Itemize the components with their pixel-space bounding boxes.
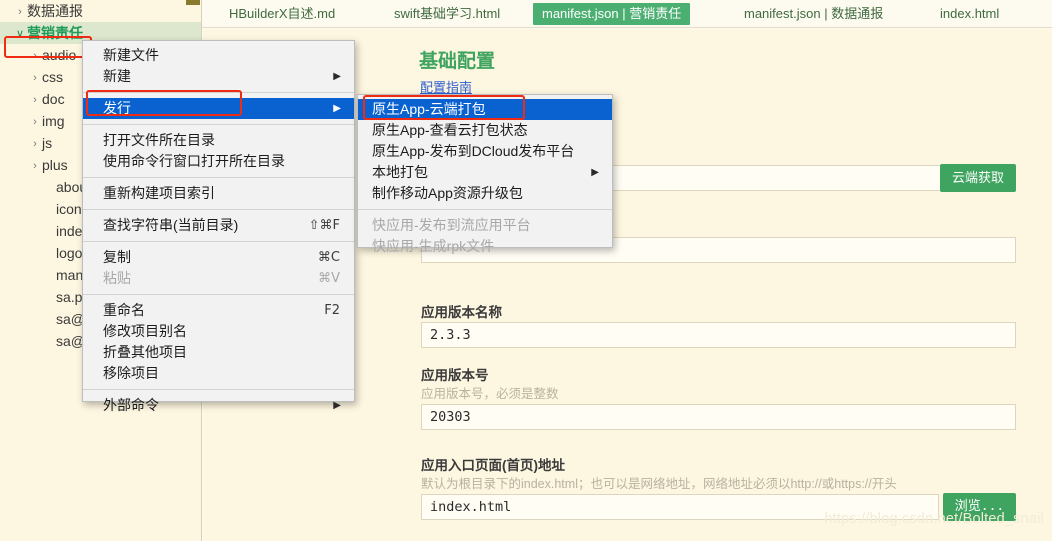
watermark-text: https://blog.csdn.net/Bolted_snail: [824, 511, 1044, 527]
app-window: ›数据通报∨营销责任›audio›css›doc›img›js›plusabou…: [0, 0, 1052, 541]
menu-item-label: 发行: [103, 100, 131, 116]
menu-item[interactable]: 修改项目别名: [83, 321, 354, 342]
menu-item-label: 查找字符串(当前目录): [103, 217, 239, 233]
editor-tab[interactable]: swift基础学习.html: [385, 3, 509, 25]
submenu-separator: [358, 209, 612, 210]
tree-item-label: doc: [42, 91, 65, 107]
menu-separator: [83, 294, 354, 295]
menu-item-label: 重命名: [103, 302, 145, 318]
menu-item-label: 外部命令: [103, 397, 159, 413]
field-label: 应用版本号: [421, 368, 489, 383]
chevron-right-icon[interactable]: ›: [28, 67, 42, 89]
menu-item: 粘贴 ⌘V: [83, 268, 354, 289]
field-label: 应用入口页面(首页)地址: [421, 458, 565, 473]
menu-item-label: 移除项目: [103, 365, 159, 381]
menu-item-label: 复制: [103, 249, 131, 265]
tree-item-label: audio: [42, 47, 77, 63]
menu-item-shortcut: F2: [324, 303, 340, 318]
menu-item-label: 使用命令行窗口打开所在目录: [103, 153, 285, 169]
submenu-item-label: 原生App-云端打包: [372, 101, 486, 117]
submenu-item-label: 快应用-发布到流应用平台: [372, 217, 531, 233]
chevron-right-icon: ▶: [333, 103, 341, 114]
tree-item-label: 数据通报: [27, 3, 83, 19]
submenu-item[interactable]: 制作移动App资源升级包: [358, 183, 612, 204]
submenu-item-label: 原生App-发布到DCloud发布平台: [372, 143, 575, 159]
field-hint: 默认为根目录下的index.html；也可以是网络地址，网络地址必须以http:…: [421, 477, 897, 491]
chevron-right-icon: ▶: [591, 167, 599, 178]
menu-item[interactable]: 外部命令 ▶: [83, 395, 354, 416]
submenu-item-label: 制作移动App资源升级包: [372, 185, 523, 201]
menu-separator: [83, 177, 354, 178]
menu-item-shortcut: ⌘C: [317, 250, 340, 265]
chevron-right-icon[interactable]: ›: [28, 45, 42, 67]
field-hint: 应用版本号，必须是整数: [421, 387, 559, 401]
menu-item[interactable]: 折叠其他项目: [83, 342, 354, 363]
editor-tab[interactable]: index.html: [931, 3, 1008, 25]
menu-item-label: 打开文件所在目录: [103, 132, 215, 148]
menu-item[interactable]: 新建 ▶: [83, 66, 354, 87]
menu-item[interactable]: 移除项目: [83, 363, 354, 384]
submenu-item-label: 快应用-生成rpk文件: [372, 238, 495, 254]
editor-tab[interactable]: HBuilderX自述.md: [220, 3, 344, 25]
cloud-fetch-button[interactable]: 云端获取: [940, 164, 1016, 192]
submenu-item-label: 本地打包: [372, 164, 428, 180]
field-input[interactable]: 20303: [421, 404, 1016, 430]
menu-item[interactable]: 复制 ⌘C: [83, 247, 354, 268]
menu-separator: [83, 92, 354, 93]
menu-separator: [83, 389, 354, 390]
tree-item-label: img: [42, 113, 65, 129]
menu-item-shortcut: ⌘V: [318, 271, 340, 286]
submenu-item[interactable]: 原生App-发布到DCloud发布平台: [358, 141, 612, 162]
editor-tab-active[interactable]: manifest.json | 营销责任: [533, 3, 691, 25]
menu-item[interactable]: 重新构建项目索引: [83, 183, 354, 204]
menu-item[interactable]: 重命名 F2: [83, 300, 354, 321]
page-title: 基础配置: [419, 51, 496, 72]
chevron-right-icon[interactable]: ›: [28, 133, 42, 155]
chevron-down-icon[interactable]: ∨: [13, 23, 27, 45]
field-label: 应用版本名称: [421, 305, 502, 320]
chevron-right-icon[interactable]: ›: [28, 155, 42, 177]
editor-tab[interactable]: manifest.json | 数据通报: [735, 3, 892, 25]
tree-item-label: 营销责任: [27, 25, 83, 41]
menu-separator: [83, 209, 354, 210]
submenu-item: 快应用-生成rpk文件: [358, 236, 612, 257]
menu-item[interactable]: 打开文件所在目录: [83, 130, 354, 151]
chevron-right-icon: ▶: [333, 71, 341, 82]
submenu-item-label: 原生App-查看云打包状态: [372, 122, 528, 138]
menu-item[interactable]: 使用命令行窗口打开所在目录: [83, 151, 354, 172]
menu-item[interactable]: 发行 ▶: [83, 98, 354, 119]
menu-separator: [83, 124, 354, 125]
chevron-right-icon: ▶: [333, 400, 341, 411]
tree-item-数据通报[interactable]: › 数据通报: [0, 0, 201, 22]
editor-tab-bar[interactable]: HBuilderX自述.md swift基础学习.html manifest.jso…: [202, 0, 1052, 28]
chevron-right-icon[interactable]: ›: [13, 1, 27, 23]
tree-item-label: js: [42, 135, 53, 151]
menu-item-label: 粘贴: [103, 270, 131, 286]
menu-item-label: 重新构建项目索引: [103, 185, 215, 201]
menu-item-label: 修改项目别名: [103, 323, 187, 339]
submenu-item[interactable]: 原生App-查看云打包状态: [358, 120, 612, 141]
menu-item[interactable]: 查找字符串(当前目录) ⇧⌘F: [83, 215, 354, 236]
project-context-menu[interactable]: 新建文件新建 ▶ 发行 ▶ 打开文件所在目录使用命令行窗口打开所在目录 重新构建项目索引查…: [82, 40, 355, 413]
field-input[interactable]: 2.3.3: [421, 322, 1016, 348]
submenu-item: 快应用-发布到流应用平台: [358, 215, 612, 236]
chevron-right-icon[interactable]: ›: [28, 89, 42, 111]
submenu-item[interactable]: 本地打包 ▶: [358, 162, 612, 183]
chevron-right-icon[interactable]: ›: [28, 111, 42, 133]
menu-separator: [83, 241, 354, 242]
menu-item-label: 新建文件: [103, 47, 159, 63]
tree-item-label: css: [42, 69, 63, 85]
menu-item-label: 新建: [103, 68, 131, 84]
publish-submenu[interactable]: 原生App-云端打包原生App-查看云打包状态原生App-发布到DCloud发布…: [357, 94, 613, 254]
menu-item[interactable]: 新建文件: [83, 45, 354, 66]
menu-item-label: 折叠其他项目: [103, 344, 187, 360]
submenu-item[interactable]: 原生App-云端打包: [358, 99, 612, 120]
tree-item-label: plus: [42, 157, 68, 173]
menu-item-shortcut: ⇧⌘F: [308, 218, 340, 233]
